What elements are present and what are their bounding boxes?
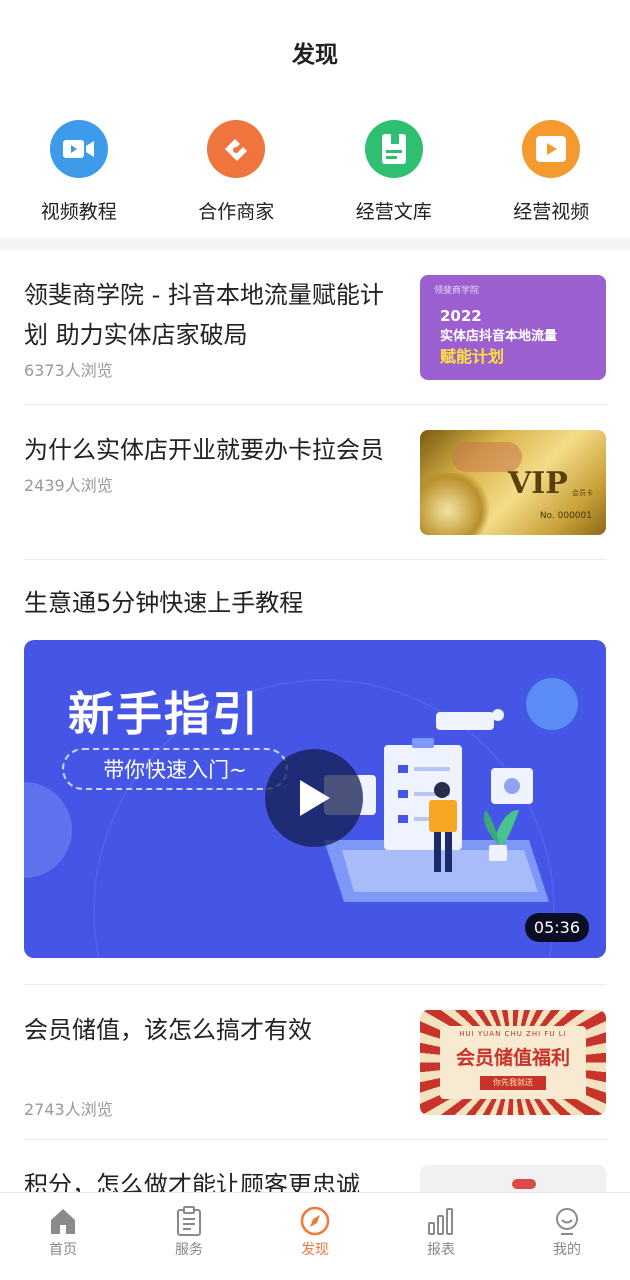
quick-nav-label: 经营视频	[513, 201, 590, 223]
thumb-year: 2022	[440, 307, 482, 325]
article-text: 会员储值，该怎么搞才有效 2743人浏览	[24, 1010, 394, 1120]
play-button[interactable]	[265, 749, 363, 847]
section-divider	[0, 238, 630, 250]
video-headline: 新手指引	[68, 687, 260, 741]
thumb-brand: 领斐商学院	[434, 286, 480, 296]
article-thumbnail: VIP 会员卡 No. 000001	[420, 430, 606, 535]
home-icon	[51, 1209, 75, 1234]
document-icon	[364, 120, 423, 178]
quick-nav-label: 合作商家	[198, 201, 275, 223]
handshake-icon	[207, 120, 266, 178]
quick-nav-library[interactable]: 经营文库	[315, 120, 473, 238]
user-icon	[556, 1208, 578, 1235]
thumb-number: No. 000001	[539, 511, 592, 521]
article-item[interactable]: 为什么实体店开业就要办卡拉会员 2439人浏览 VIP 会员卡 No. 0000…	[24, 405, 606, 560]
quick-nav-video-tutorial[interactable]: 视频教程	[0, 120, 158, 238]
tab-label: 服务	[175, 1242, 203, 1258]
tab-home[interactable]: 首页	[0, 1193, 126, 1280]
article-views: 2743人浏览	[24, 1100, 113, 1119]
quick-nav-label: 视频教程	[40, 201, 117, 223]
quick-nav: 视频教程 合作商家 经营文库 经营视频	[0, 104, 630, 238]
quick-nav-partners[interactable]: 合作商家	[158, 120, 316, 238]
thumb-main: 会员储值福利	[455, 1047, 570, 1069]
play-square-icon	[522, 120, 581, 178]
article-text: 领斐商学院 - 抖音本地流量赋能计划 助力实体店家破局 6373人浏览	[24, 275, 394, 404]
bottom-tab-bar: 首页 服务 发现 报表 我的	[0, 1192, 630, 1280]
tab-service[interactable]: 服务	[126, 1193, 252, 1280]
article-text: 为什么实体店开业就要办卡拉会员 2439人浏览	[24, 430, 394, 559]
thumb-decoration	[512, 1179, 536, 1189]
video-camera-icon	[49, 120, 108, 178]
thumb-vip: VIP	[508, 466, 568, 501]
play-icon	[300, 780, 330, 816]
tab-label: 首页	[49, 1242, 77, 1258]
thumb-pinyin: HUI YUAN CHU ZHI FU LI	[459, 1030, 567, 1038]
gold-flower-decoration	[420, 473, 490, 535]
page-title: 发现	[292, 42, 338, 68]
tab-label: 报表	[427, 1242, 455, 1258]
quick-nav-label: 经营文库	[355, 201, 432, 223]
tab-reports[interactable]: 报表	[378, 1193, 504, 1280]
page-header: 发现	[0, 0, 630, 104]
tab-label: 发现	[301, 1242, 329, 1258]
thumb-sub: 你先我就送	[480, 1076, 546, 1090]
article-item[interactable]: 会员储值，该怎么搞才有效 2743人浏览 HUI YUAN CHU ZHI FU…	[24, 985, 606, 1140]
article-title: 会员储值，该怎么搞才有效	[24, 1016, 312, 1044]
thumb-small: 会员卡	[572, 489, 593, 497]
video-section-title: 生意通5分钟快速上手教程	[24, 589, 304, 617]
video-section: 生意通5分钟快速上手教程 新手指引 带你快速入门~ 05:36	[24, 560, 606, 985]
thumb-line2: 赋能计划	[440, 347, 505, 366]
bar-chart-icon	[428, 1208, 453, 1235]
article-item[interactable]: 领斐商学院 - 抖音本地流量赋能计划 助力实体店家破局 6373人浏览 领斐商学…	[24, 250, 606, 405]
compass-icon	[300, 1206, 330, 1236]
thumb-line1: 实体店抖音本地流量	[440, 329, 558, 344]
article-views: 6373人浏览	[24, 361, 113, 380]
video-card[interactable]: 新手指引 带你快速入门~ 05:36	[24, 640, 606, 958]
article-thumbnail: HUI YUAN CHU ZHI FU LI 会员储值福利 你先我就送	[420, 1010, 606, 1115]
article-title: 领斐商学院 - 抖音本地流量赋能计划 助力实体店家破局	[24, 281, 384, 349]
article-thumbnail: 领斐商学院 2022 实体店抖音本地流量 赋能计划	[420, 275, 606, 380]
clipboard-icon	[177, 1206, 201, 1236]
article-feed: 领斐商学院 - 抖音本地流量赋能计划 助力实体店家破局 6373人浏览 领斐商学…	[0, 250, 630, 1280]
article-views: 2439人浏览	[24, 476, 113, 495]
tab-mine[interactable]: 我的	[504, 1193, 630, 1280]
tab-discover[interactable]: 发现	[252, 1193, 378, 1280]
quick-nav-business-video[interactable]: 经营视频	[473, 120, 630, 238]
video-subline: 带你快速入门~	[62, 748, 288, 790]
article-title: 为什么实体店开业就要办卡拉会员	[24, 436, 384, 464]
video-duration: 05:36	[524, 913, 589, 942]
tab-label: 我的	[553, 1242, 581, 1258]
